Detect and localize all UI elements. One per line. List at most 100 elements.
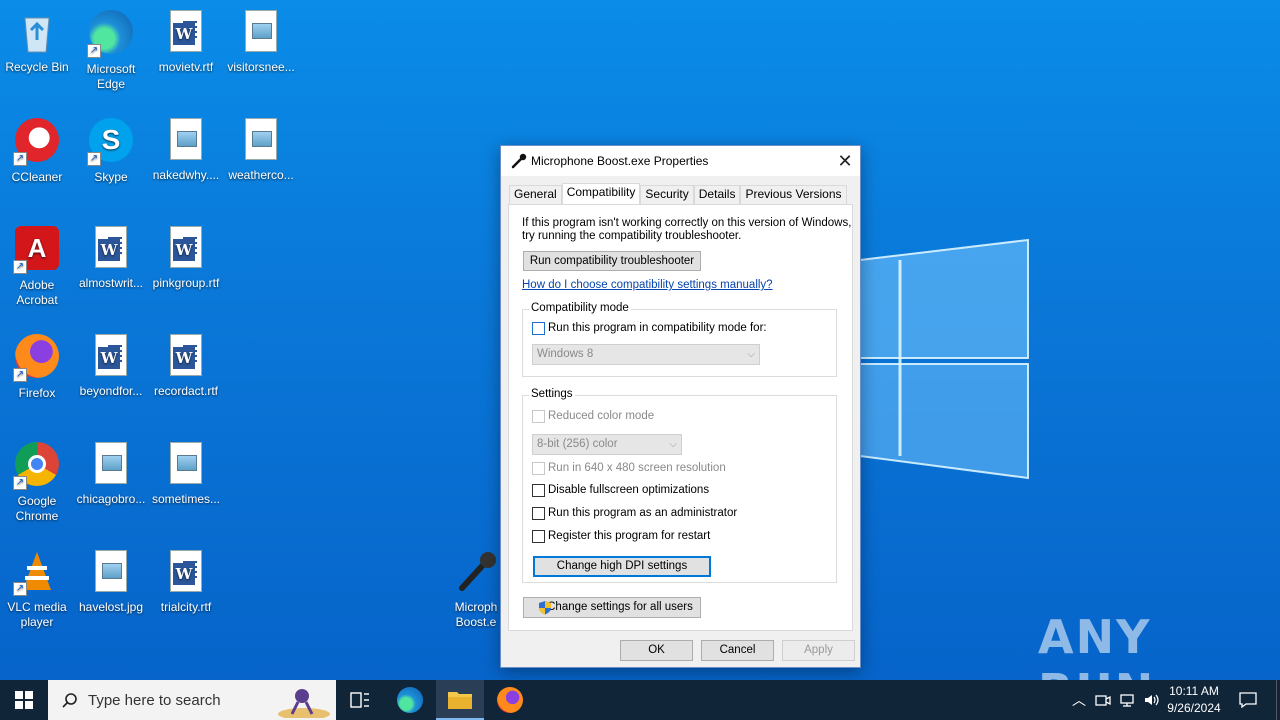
desktop-icon-label: havelost.jpg <box>78 600 144 614</box>
compatibility-mode-group: Compatibility mode Run this program in c… <box>522 302 837 377</box>
register-restart-checkbox[interactable] <box>532 530 545 543</box>
taskbar-search-box[interactable]: Type here to search <box>48 680 336 720</box>
desktop-icon-label: sometimes... <box>151 492 220 506</box>
properties-dialog: Microphone Boost.exe Properties ✕ Genera… <box>500 145 861 668</box>
desktop-icon-almostwrit[interactable]: W almostwrit... <box>74 224 148 291</box>
desktop-icon-label: VLC media player <box>7 600 67 629</box>
run-640-checkbox[interactable] <box>532 462 545 475</box>
change-dpi-button[interactable]: Change high DPI settings <box>533 556 711 577</box>
image-file-icon <box>162 440 210 488</box>
compatibility-os-value: Windows 8 <box>537 348 594 360</box>
desktop-icon-label: weatherco... <box>228 168 294 182</box>
chrome-icon: ↗ <box>13 442 61 490</box>
desktop-icon-microphone-boost[interactable]: Microph Boost.e <box>446 548 506 630</box>
apply-button[interactable]: Apply <box>782 640 855 661</box>
image-file-icon <box>237 8 285 56</box>
desktop-icon-vlc[interactable]: ↗ VLC media player <box>0 548 74 630</box>
dialog-title: Microphone Boost.exe Properties <box>531 154 709 168</box>
image-file-icon <box>237 116 285 164</box>
task-view-icon <box>350 692 369 708</box>
desktop-icon-sometimes[interactable]: sometimes... <box>149 440 223 507</box>
tray-volume[interactable] <box>1140 680 1162 720</box>
desktop-icon-pinkgroup[interactable]: W pinkgroup.rtf <box>149 224 223 291</box>
taskbar-firefox[interactable] <box>486 680 534 720</box>
desktop-icon-visitorsnee[interactable]: visitorsnee... <box>224 8 298 75</box>
compatibility-os-select[interactable]: Windows 8 ⌵ <box>532 344 760 365</box>
desktop-icon-movietv[interactable]: W movietv.rtf <box>149 8 223 75</box>
desktop-icon-havelost[interactable]: havelost.jpg <box>74 548 148 615</box>
desktop-icon-recordact[interactable]: W recordact.rtf <box>149 332 223 399</box>
color-depth-select[interactable]: 8-bit (256) color ⌵ <box>532 434 682 455</box>
dialog-titlebar[interactable]: Microphone Boost.exe Properties ✕ <box>501 146 860 176</box>
desktop-icon-label: CCleaner <box>11 170 63 184</box>
skype-icon: S ↗ <box>87 118 135 166</box>
taskbar-edge[interactable] <box>386 680 434 720</box>
desktop-icon-label: recordact.rtf <box>153 384 219 398</box>
desktop-icon-trialcity[interactable]: W trialcity.rtf <box>149 548 223 615</box>
desktop-icon-recycle-bin[interactable]: Recycle Bin <box>0 8 74 75</box>
compatibility-mode-checkbox[interactable] <box>532 322 545 335</box>
disable-fullscreen-checkbox[interactable] <box>532 484 545 497</box>
desktop-icon-ccleaner[interactable]: ↗ CCleaner <box>0 116 74 185</box>
desktop-icon-chicagobro[interactable]: chicagobro... <box>74 440 148 507</box>
chevron-down-icon: ⌵ <box>669 439 677 450</box>
reduced-color-label: Reduced color mode <box>548 410 655 422</box>
reduced-color-checkbox[interactable] <box>532 410 545 423</box>
network-icon <box>1120 694 1134 707</box>
desktop-icon-label: Adobe Acrobat <box>16 278 58 307</box>
desktop-icon-weatherco[interactable]: weatherco... <box>224 116 298 183</box>
intro-text-line1: If this program isn't working correctly … <box>522 217 852 229</box>
desktop-icon-nakedwhy[interactable]: nakedwhy.... <box>149 116 223 183</box>
run-troubleshooter-button[interactable]: Run compatibility troubleshooter <box>523 251 701 271</box>
tab-details[interactable]: Details <box>693 185 741 204</box>
desktop-icon-firefox[interactable]: ↗ Firefox <box>0 332 74 401</box>
tab-security[interactable]: Security <box>640 185 694 204</box>
image-file-icon <box>87 548 135 596</box>
desktop-icon-label: visitorsnee... <box>227 60 295 74</box>
manual-settings-link[interactable]: How do I choose compatibility settings m… <box>522 279 773 291</box>
clock-date: 9/26/2024 <box>1167 701 1221 715</box>
close-icon[interactable]: ✕ <box>830 146 860 176</box>
desktop-icon-microsoft-edge[interactable]: ↗ Microsoft Edge <box>74 8 148 92</box>
vlc-icon: ↗ <box>13 548 61 596</box>
tray-meet-now[interactable] <box>1092 680 1114 720</box>
meet-now-icon <box>1095 695 1111 706</box>
notification-center-button[interactable] <box>1232 680 1264 720</box>
tab-compatibility[interactable]: Compatibility <box>561 183 641 204</box>
run-as-admin-checkbox[interactable] <box>532 507 545 520</box>
desktop-icon-label: nakedwhy.... <box>152 168 220 182</box>
folder-icon <box>448 692 472 709</box>
microphone-icon <box>452 548 500 596</box>
change-all-users-button[interactable]: Change settings for all users <box>523 597 701 618</box>
desktop-icon-google-chrome[interactable]: ↗ Google Chrome <box>0 440 74 524</box>
compatibility-panel: If this program isn't working correctly … <box>508 204 853 631</box>
show-hidden-icons-chevron[interactable]: ︿ <box>1068 680 1090 720</box>
word-document-icon: W <box>87 332 135 380</box>
search-highlight-bird-icon <box>278 689 330 718</box>
taskbar-file-explorer[interactable] <box>436 680 484 720</box>
tab-previous-versions[interactable]: Previous Versions <box>740 185 847 204</box>
desktop-icon-label: Recycle Bin <box>5 60 69 74</box>
start-button[interactable] <box>0 680 48 720</box>
clock-time: 10:11 AM <box>1169 684 1219 698</box>
desktop-icon-adobe-acrobat[interactable]: A ↗ Adobe Acrobat <box>0 224 74 308</box>
notification-icon <box>1239 692 1257 708</box>
desktop-icon-label: Firefox <box>18 386 56 400</box>
taskbar-clock[interactable]: 10:11 AM 9/26/2024 <box>1160 683 1228 717</box>
tray-network[interactable] <box>1116 680 1138 720</box>
desktop-icon-beyondfor[interactable]: W beyondfor... <box>74 332 148 399</box>
tab-general[interactable]: General <box>509 185 562 204</box>
ok-button[interactable]: OK <box>620 640 693 661</box>
desktop-icon-skype[interactable]: S ↗ Skype <box>74 116 148 185</box>
microphone-icon <box>511 153 527 169</box>
settings-label: Settings <box>529 388 575 400</box>
task-view-button[interactable] <box>340 680 380 720</box>
run-as-admin-label: Run this program as an administrator <box>548 507 738 519</box>
run-640-label: Run in 640 x 480 screen resolution <box>548 462 726 474</box>
firefox-icon: ↗ <box>13 334 61 382</box>
recycle-bin-icon <box>13 8 61 56</box>
cancel-button[interactable]: Cancel <box>701 640 774 661</box>
show-desktop-button[interactable] <box>1276 680 1280 720</box>
word-document-icon: W <box>87 224 135 272</box>
settings-group: Settings Reduced color mode 8-bit (256) … <box>522 388 837 583</box>
